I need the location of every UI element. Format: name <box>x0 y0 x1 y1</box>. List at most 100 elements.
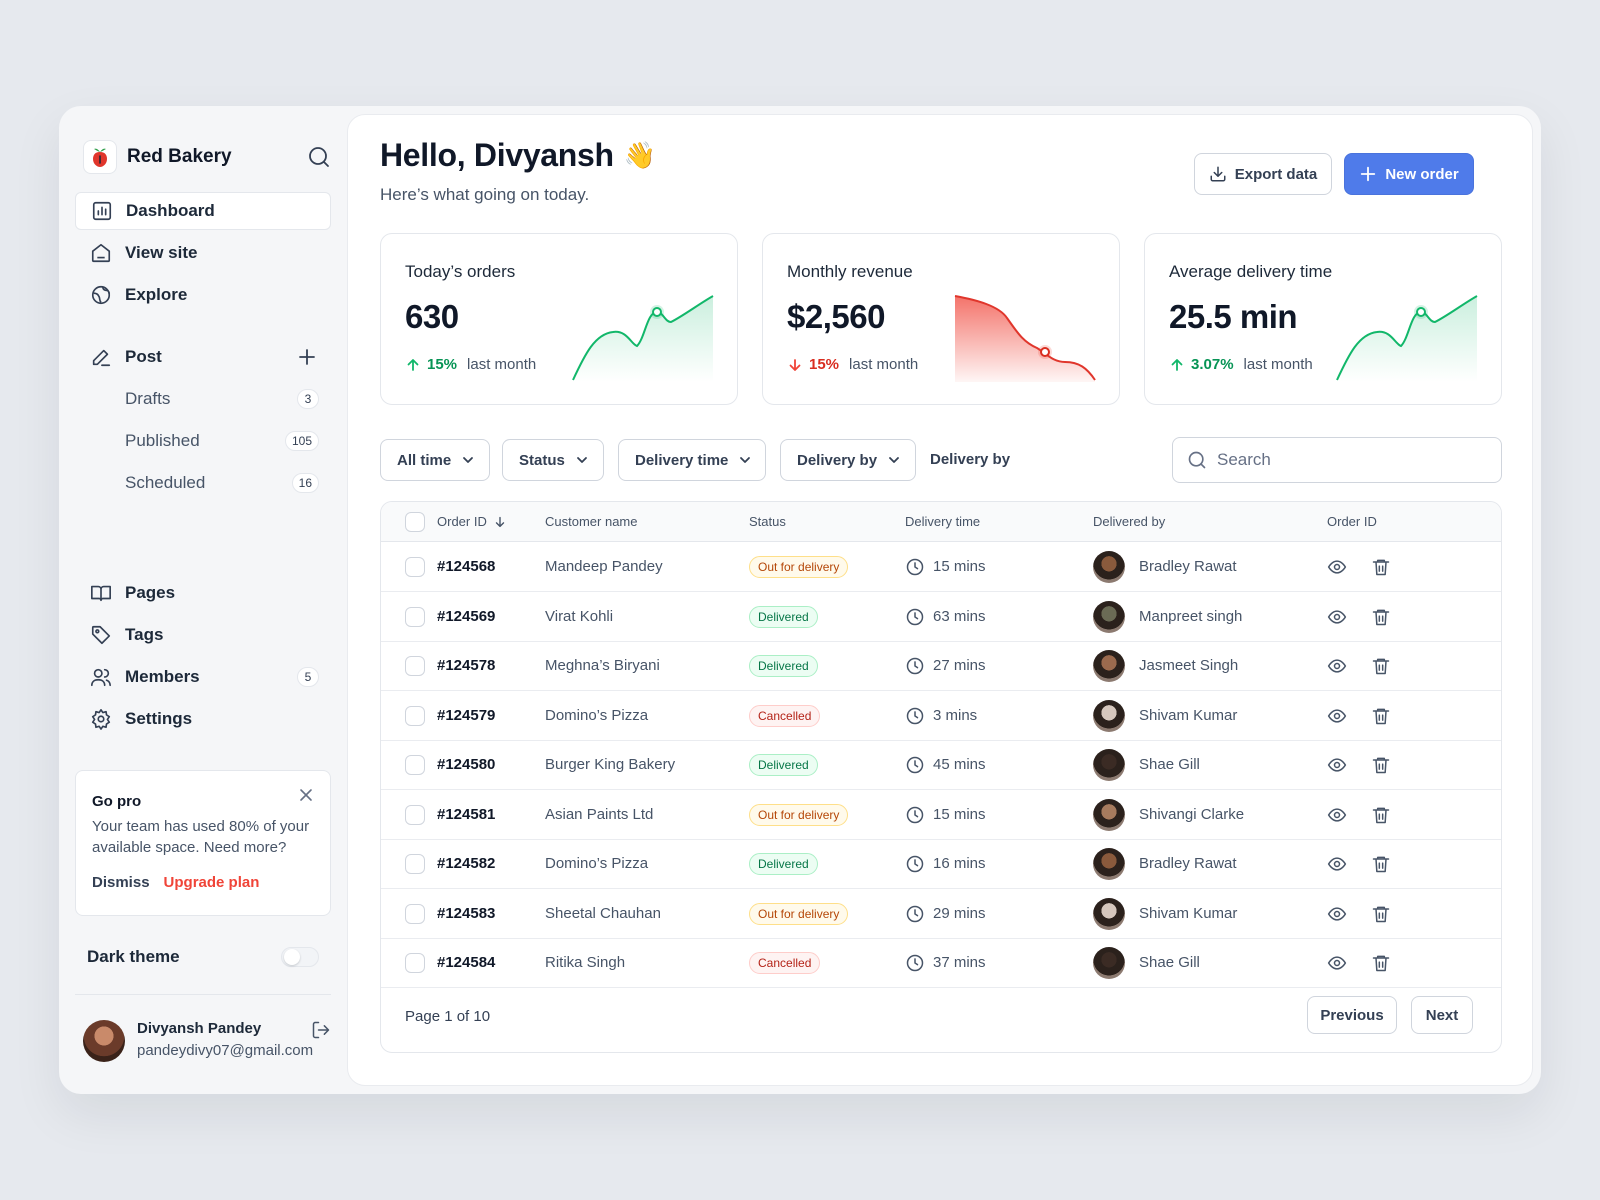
arrow-down-icon <box>789 358 801 371</box>
table-row[interactable]: #124581 Asian Paints Ltd Out for delivery 1… <box>381 791 1501 840</box>
trend-label: last month <box>1243 356 1313 373</box>
stat-trend: 15% last month <box>405 356 536 373</box>
table-row[interactable]: #124579 Domino’s Pizza Cancelled 3 mins Shiv… <box>381 692 1501 741</box>
dismiss-link[interactable]: Dismiss <box>92 874 150 891</box>
eye-icon[interactable] <box>1327 656 1347 676</box>
row-checkbox[interactable] <box>405 557 425 577</box>
table-row[interactable]: #124583 Sheetal Chauhan Out for delivery 29… <box>381 890 1501 939</box>
sidebar-item-label: Members <box>125 667 200 686</box>
row-checkbox[interactable] <box>405 854 425 874</box>
sidebar-item-published[interactable]: Published 105 <box>75 422 331 460</box>
sidebar-item-dashboard[interactable]: Dashboard <box>75 192 331 230</box>
eye-icon[interactable] <box>1327 854 1347 874</box>
all-time-dropdown[interactable]: All time <box>380 439 490 481</box>
avatar <box>1093 897 1125 930</box>
user-email: pandeydivy07@gmail.com <box>137 1042 314 1059</box>
next-button[interactable]: Next <box>1411 996 1473 1034</box>
sidebar-item-members[interactable]: Members 5 <box>75 658 331 696</box>
sidebar-item-view-site[interactable]: View site <box>75 234 331 272</box>
trash-icon[interactable] <box>1371 607 1391 627</box>
eye-icon[interactable] <box>1327 706 1347 726</box>
trash-icon[interactable] <box>1371 805 1391 825</box>
search-icon[interactable] <box>307 145 331 169</box>
delivery-by-filter-text[interactable]: Delivery by <box>930 451 1010 468</box>
logout-icon[interactable] <box>311 1020 331 1040</box>
sidebar-item-tags[interactable]: Tags <box>75 616 331 654</box>
sidebar-item-drafts[interactable]: Drafts 3 <box>75 380 331 418</box>
new-order-button[interactable]: New order <box>1344 153 1474 195</box>
row-checkbox[interactable] <box>405 903 425 924</box>
page-title: Hello, Divyansh <box>380 137 614 173</box>
status-badge: Delivered <box>749 605 818 628</box>
row-checkbox[interactable] <box>405 953 425 973</box>
user-profile[interactable]: Divyansh Pandey pandeydivy07@gmail.com <box>83 1018 331 1062</box>
row-checkbox[interactable] <box>405 705 425 726</box>
clock-icon <box>906 657 924 675</box>
column-label: Order ID <box>437 514 487 529</box>
status-badge: Out for delivery <box>749 902 849 925</box>
close-icon[interactable] <box>298 787 314 803</box>
eye-icon[interactable] <box>1327 904 1347 924</box>
status-dropdown[interactable]: Status <box>502 439 604 481</box>
previous-button[interactable]: Previous <box>1307 996 1397 1034</box>
eye-icon[interactable] <box>1327 557 1347 577</box>
row-checkbox[interactable] <box>405 606 425 627</box>
dark-theme-toggle[interactable] <box>281 947 319 967</box>
sidebar-item-label: Drafts <box>125 389 171 408</box>
book-icon <box>89 581 113 605</box>
stat-trend: 15% last month <box>787 356 918 373</box>
sidebar-item-explore[interactable]: Explore <box>75 276 331 314</box>
delivery-time-sparkline <box>1336 295 1478 382</box>
trash-icon[interactable] <box>1371 755 1391 775</box>
trash-icon[interactable] <box>1371 854 1391 874</box>
plus-icon <box>1361 166 1376 182</box>
upgrade-plan-link[interactable]: Upgrade plan <box>164 874 260 891</box>
table-row[interactable]: #124582 Domino’s Pizza Delivered 16 mins Bra… <box>381 840 1501 889</box>
eye-icon[interactable] <box>1327 607 1347 627</box>
eye-icon[interactable] <box>1327 953 1347 973</box>
clock-icon <box>906 558 924 576</box>
column-header-order-id[interactable]: Order ID <box>437 514 507 529</box>
eye-icon[interactable] <box>1327 805 1347 825</box>
table-row[interactable]: #124578 Meghna’s Biryani Delivered 27 mins J… <box>381 642 1501 691</box>
customer-name: Asian Paints Ltd <box>545 805 654 823</box>
row-checkbox[interactable] <box>405 656 425 676</box>
search-box[interactable] <box>1172 437 1502 483</box>
eye-icon[interactable] <box>1327 755 1347 775</box>
trash-icon[interactable] <box>1371 557 1391 577</box>
chevron-down-icon <box>740 457 751 463</box>
delivered-by: Manpreet singh <box>1139 607 1243 625</box>
sidebar-item-scheduled[interactable]: Scheduled 16 <box>75 464 331 502</box>
brand[interactable]: Red Bakery <box>83 139 331 175</box>
main-nav: Dashboard View site Explore <box>75 192 331 318</box>
sidebar-item-settings[interactable]: Settings <box>75 700 331 738</box>
row-checkbox[interactable] <box>405 804 425 825</box>
delivery-by-dropdown[interactable]: Delivery by <box>780 439 916 481</box>
brand-logo-icon <box>83 140 117 174</box>
app-window: Red Bakery Dashboard View site Explore P… <box>59 106 1541 1094</box>
select-all-checkbox[interactable] <box>405 512 425 532</box>
export-data-button[interactable]: Export data <box>1194 153 1332 195</box>
sidebar-item-label: Tags <box>125 625 164 644</box>
trend-percent: 3.07% <box>1191 356 1234 373</box>
trend-percent: 15% <box>809 356 840 373</box>
stat-value: 630 <box>405 298 459 335</box>
table-row[interactable]: #124569 Virat Kohli Delivered 63 mins Manpre… <box>381 593 1501 642</box>
trash-icon[interactable] <box>1371 656 1391 676</box>
lower-nav: Pages Tags Members 5 Settings <box>75 574 331 742</box>
row-checkbox[interactable] <box>405 755 425 775</box>
sidebar-item-pages[interactable]: Pages <box>75 574 331 612</box>
avatar <box>1093 848 1125 880</box>
post-nav: Post Drafts 3 Published 105 Scheduled 16 <box>75 338 331 506</box>
add-post-icon[interactable] <box>297 347 317 367</box>
trash-icon[interactable] <box>1371 904 1391 924</box>
search-input[interactable] <box>1217 450 1477 470</box>
sidebar-item-post[interactable]: Post <box>75 338 331 376</box>
delivery-time-dropdown[interactable]: Delivery time <box>618 439 766 481</box>
trash-icon[interactable] <box>1371 953 1391 973</box>
table-row[interactable]: #124580 Burger King Bakery Delivered 45 min… <box>381 741 1501 790</box>
trash-icon[interactable] <box>1371 706 1391 726</box>
table-row[interactable]: #124568 Mandeep Pandey Out for delivery 15 … <box>381 543 1501 592</box>
table-pagination: Page 1 of 10 Previous Next <box>381 980 1501 1052</box>
stat-value: 25.5 min <box>1169 298 1298 335</box>
